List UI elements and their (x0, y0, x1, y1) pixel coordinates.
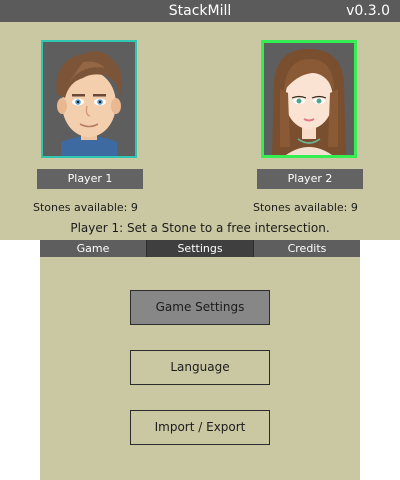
tab-credits[interactable]: Credits (254, 240, 360, 257)
male-avatar-icon (43, 42, 135, 156)
language-button[interactable]: Language (130, 350, 270, 385)
player-1-stones-available: Stones available: 9 (33, 201, 138, 214)
tab-bar: Game Settings Credits (40, 240, 360, 257)
player-2-stones-available: Stones available: 9 (253, 201, 358, 214)
player-2-avatar (261, 40, 357, 158)
app-version: v0.3.0 (346, 3, 390, 19)
title-bar: StackMill v0.3.0 (0, 0, 400, 22)
tab-game[interactable]: Game (40, 240, 147, 257)
status-message: Player 1: Set a Stone to a free intersec… (70, 221, 330, 235)
player-1-name: Player 1 (37, 169, 143, 189)
tab-settings[interactable]: Settings (147, 240, 254, 257)
player-2-name: Player 2 (257, 169, 363, 189)
bottom-screen: Game Settings Credits Game Settings Lang… (40, 240, 360, 480)
app-title: StackMill (168, 3, 232, 19)
top-screen: StackMill v0.3.0 Player 1 Player 2 Stone… (0, 0, 400, 240)
player-1-avatar (41, 40, 137, 158)
female-avatar-icon (264, 43, 354, 155)
game-settings-button[interactable]: Game Settings (130, 290, 270, 325)
import-export-button[interactable]: Import / Export (130, 410, 270, 445)
